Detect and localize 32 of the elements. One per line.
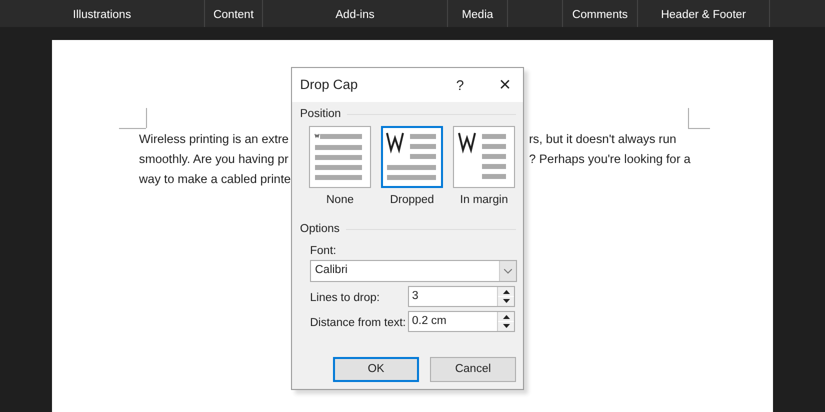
option-label: Dropped	[390, 193, 434, 208]
dialog-button[interactable]: Cancel	[430, 357, 516, 382]
paragraph-text: smoothly. Are you having pr	[139, 152, 288, 166]
ribbon-group-label: Header & Footer	[660, 8, 746, 23]
ribbon-group-label: Media	[462, 8, 494, 23]
paragraph-text: Wireless printing is an extre	[139, 132, 289, 146]
ribbon-group-label: Content	[213, 8, 254, 23]
spin-buttons-icon[interactable]	[497, 287, 514, 306]
field-label: Lines to drop:	[310, 291, 380, 306]
option-label: None	[326, 193, 354, 208]
paragraph-text: way to make a cabled printe	[139, 172, 291, 186]
field-label: Font:	[310, 244, 336, 259]
number-field[interactable]: 0.2 cm	[408, 311, 515, 332]
font-dropdown[interactable]: Calibri	[310, 260, 517, 282]
number-field[interactable]: 3	[408, 286, 515, 307]
dialog-button[interactable]: OK	[333, 357, 419, 382]
dialog-title: Drop Cap	[300, 76, 359, 94]
paragraph-text: rs, but it doesn't always run	[529, 131, 676, 148]
section-label: Position	[300, 107, 341, 122]
field-label: Distance from text:	[310, 316, 406, 331]
ribbon-group-label: Illustrations	[72, 8, 132, 23]
drop-cap-option[interactable]	[381, 126, 443, 188]
spin-buttons-icon[interactable]	[497, 312, 514, 331]
option-label: In margin	[460, 193, 508, 208]
section-label: Options	[300, 222, 340, 237]
paragraph-text: ? Perhaps you're looking for a	[529, 151, 691, 168]
drop-cap-option[interactable]	[453, 126, 515, 188]
close-button[interactable]: ×	[490, 70, 520, 100]
ribbon-group-label: Add-ins	[336, 8, 374, 23]
chevron-icon	[499, 261, 516, 281]
ribbon-group-label: Comments	[572, 8, 628, 23]
help-button[interactable]: ?	[445, 74, 475, 96]
